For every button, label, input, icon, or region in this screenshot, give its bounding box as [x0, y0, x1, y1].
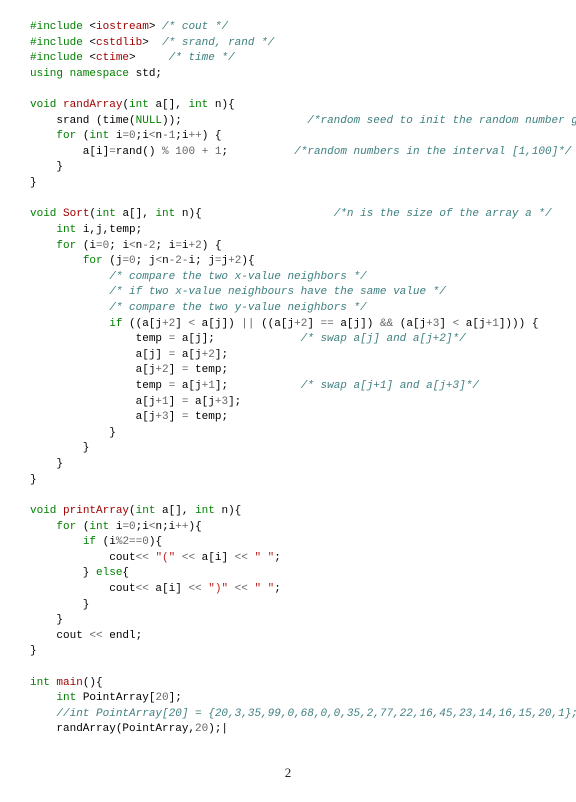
code-line: int main(){ — [30, 676, 546, 692]
code-line: } — [30, 426, 546, 442]
code-line: cout<< a[i] << ")" << " "; — [30, 582, 546, 598]
code-line: int i,j,temp; — [30, 223, 546, 239]
code-line: } — [30, 441, 546, 457]
page-number: 2 — [30, 764, 546, 782]
code-line: } — [30, 176, 546, 192]
code-line: for (j=0; j<n-2-i; j=j+2){ — [30, 254, 546, 270]
code-line: a[j+3] = temp; — [30, 410, 546, 426]
code-line: /* compare the two y-value neighbors */ — [30, 301, 546, 317]
code-line: a[i]=rand() % 100 + 1; /*random numbers … — [30, 145, 546, 161]
code-line: if (i%2==0){ — [30, 535, 546, 551]
code-line: } — [30, 160, 546, 176]
code-line — [30, 660, 546, 676]
code-line — [30, 488, 546, 504]
code-line: /* if two x-value neighbours have the sa… — [30, 285, 546, 301]
code-line: for (int i=0;i<n;i++){ — [30, 520, 546, 536]
code-line: } — [30, 457, 546, 473]
code-line: randArray(PointArray,20);| — [30, 722, 546, 738]
code-line: using namespace std; — [30, 67, 546, 83]
code-line: if ((a[j+2] < a[j]) || ((a[j+2] == a[j])… — [30, 317, 546, 333]
code-line: cout << endl; — [30, 629, 546, 645]
code-line: } — [30, 473, 546, 489]
code-line: } — [30, 598, 546, 614]
code-line: void randArray(int a[], int n){ — [30, 98, 546, 114]
code-line: for (i=0; i<n-2; i=i+2) { — [30, 239, 546, 255]
code-line: #include <ctime> /* time */ — [30, 51, 546, 67]
code-line: } else{ — [30, 566, 546, 582]
code-line: void printArray(int a[], int n){ — [30, 504, 546, 520]
code-line: } — [30, 613, 546, 629]
code-line: a[j+2] = temp; — [30, 363, 546, 379]
code-line: temp = a[j+1]; /* swap a[j+1] and a[j+3]… — [30, 379, 546, 395]
code-line: #include <cstdlib> /* srand, rand */ — [30, 36, 546, 52]
code-line: srand (time(NULL)); /*random seed to ini… — [30, 114, 546, 130]
code-line: } — [30, 644, 546, 660]
code-line: a[j+1] = a[j+3]; — [30, 395, 546, 411]
code-line: cout<< "(" << a[i] << " "; — [30, 551, 546, 567]
code-listing: #include <iostream> /* cout */#include <… — [30, 20, 546, 738]
code-line: void Sort(int a[], int n){ /*n is the si… — [30, 207, 546, 223]
code-line: int PointArray[20]; — [30, 691, 546, 707]
code-line: //int PointArray[20] = {20,3,35,99,0,68,… — [30, 707, 546, 723]
code-line: /* compare the two x-value neighbors */ — [30, 270, 546, 286]
code-line — [30, 192, 546, 208]
code-line: temp = a[j]; /* swap a[j] and a[j+2]*/ — [30, 332, 546, 348]
code-line: a[j] = a[j+2]; — [30, 348, 546, 364]
code-line: for (int i=0;i<n-1;i++) { — [30, 129, 546, 145]
code-line: #include <iostream> /* cout */ — [30, 20, 546, 36]
code-line — [30, 82, 546, 98]
